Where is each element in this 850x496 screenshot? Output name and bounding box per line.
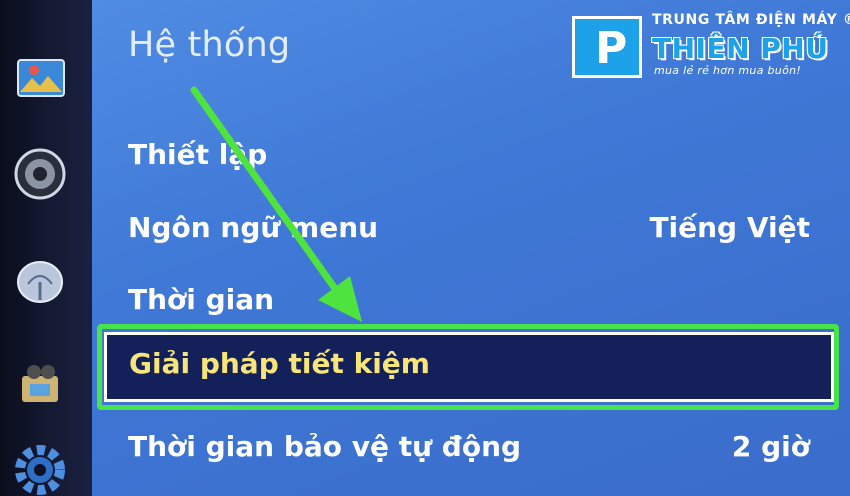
logo-slogan: mua lẻ rẻ hơn mua buôn! bbox=[654, 64, 802, 77]
brand-logo: P TRUNG TÂM ĐIỆN MÁY ® THIÊN PHÚ mua lẻ … bbox=[572, 12, 850, 82]
logo-top-text: TRUNG TÂM ĐIỆN MÁY ® bbox=[652, 12, 850, 28]
logo-mark-icon: P bbox=[572, 16, 642, 78]
logo-main-text: THIÊN PHÚ bbox=[652, 32, 829, 65]
